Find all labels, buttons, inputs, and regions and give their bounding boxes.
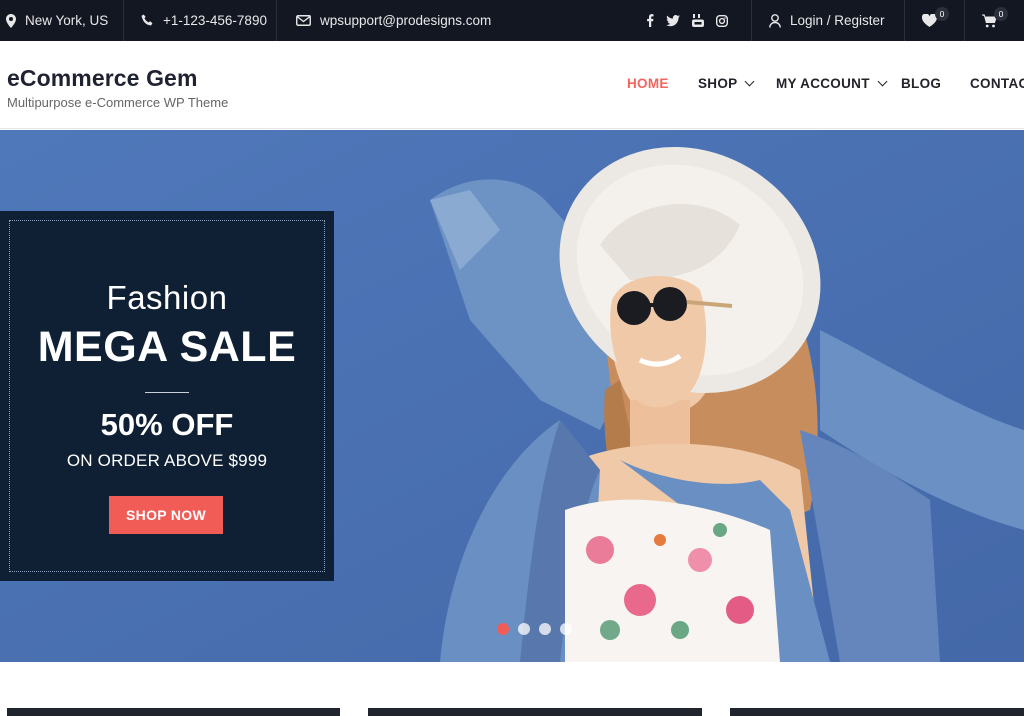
envelope-icon — [296, 15, 311, 26]
promo-condition: ON ORDER ABOVE $999 — [66, 451, 268, 470]
facebook-icon[interactable] — [646, 14, 654, 27]
promo-subtitle: Fashion — [106, 279, 228, 316]
hero-slider: Fashion MEGA SALE 50% OFF ON ORDER ABOVE… — [0, 130, 1024, 662]
shop-now-button[interactable]: SHOP NOW — [109, 496, 223, 534]
category-card[interactable] — [7, 708, 340, 716]
nav-my-account-label: MY ACCOUNT — [776, 76, 870, 91]
slider-dot-3[interactable] — [539, 623, 551, 635]
slider-dot-4[interactable] — [560, 623, 572, 635]
login-register-link[interactable]: Login / Register — [769, 0, 885, 41]
site-tagline: Multipurpose e-Commerce WP Theme — [7, 95, 229, 110]
phone-icon — [141, 14, 154, 27]
nav-home-label: HOME — [627, 76, 669, 91]
promo-discount: 50% OFF — [100, 407, 234, 442]
wishlist-button[interactable] — [922, 0, 937, 41]
nav-blog[interactable]: BLOG — [901, 76, 941, 91]
phone-text[interactable]: +1-123-456-7890 — [163, 13, 267, 28]
site-title[interactable]: eCommerce Gem — [7, 65, 198, 92]
nav-my-account[interactable]: MY ACCOUNT — [776, 76, 888, 91]
wishlist-count-badge: 0 — [935, 7, 949, 21]
divider — [123, 0, 124, 41]
nav-contact[interactable]: CONTACT — [970, 76, 1024, 91]
slider-dot-2[interactable] — [518, 623, 530, 635]
location-info: New York, US — [6, 0, 108, 41]
promo-divider — [145, 392, 189, 393]
user-icon — [769, 13, 781, 28]
nav-shop[interactable]: SHOP — [698, 76, 755, 91]
twitter-icon[interactable] — [666, 14, 680, 27]
top-bar: New York, US +1-123-456-7890 wpsupport@p… — [0, 0, 1024, 41]
nav-home[interactable]: HOME — [627, 76, 669, 91]
cart-count-badge: 0 — [994, 7, 1008, 21]
login-register-label[interactable]: Login / Register — [790, 13, 885, 28]
category-card[interactable] — [368, 708, 702, 716]
divider — [751, 0, 752, 41]
divider — [276, 0, 277, 41]
chevron-down-icon — [745, 76, 755, 87]
nav-contact-label: CONTACT — [970, 76, 1024, 91]
nav-blog-label: BLOG — [901, 76, 942, 91]
location-text: New York, US — [25, 13, 109, 28]
cart-button[interactable] — [982, 0, 997, 41]
divider — [964, 0, 965, 41]
category-card[interactable] — [730, 708, 1024, 716]
email-info: wpsupport@prodesigns.com — [296, 0, 491, 41]
chevron-down-icon — [877, 76, 888, 87]
site-header: eCommerce Gem Multipurpose e-Commerce WP… — [0, 41, 1024, 129]
phone-info: +1-123-456-7890 — [141, 0, 267, 41]
nav-shop-label: SHOP — [698, 76, 738, 91]
promo-panel: Fashion MEGA SALE 50% OFF ON ORDER ABOVE… — [0, 211, 334, 581]
slider-pagination — [497, 623, 572, 635]
map-marker-icon — [6, 13, 16, 28]
email-text[interactable]: wpsupport@prodesigns.com — [320, 13, 491, 28]
slider-dot-1[interactable] — [497, 623, 509, 635]
social-links — [646, 0, 728, 41]
divider — [904, 0, 905, 41]
promo-headline: MEGA SALE — [37, 323, 297, 371]
instagram-icon[interactable] — [716, 14, 728, 27]
youtube-icon[interactable] — [692, 14, 704, 27]
